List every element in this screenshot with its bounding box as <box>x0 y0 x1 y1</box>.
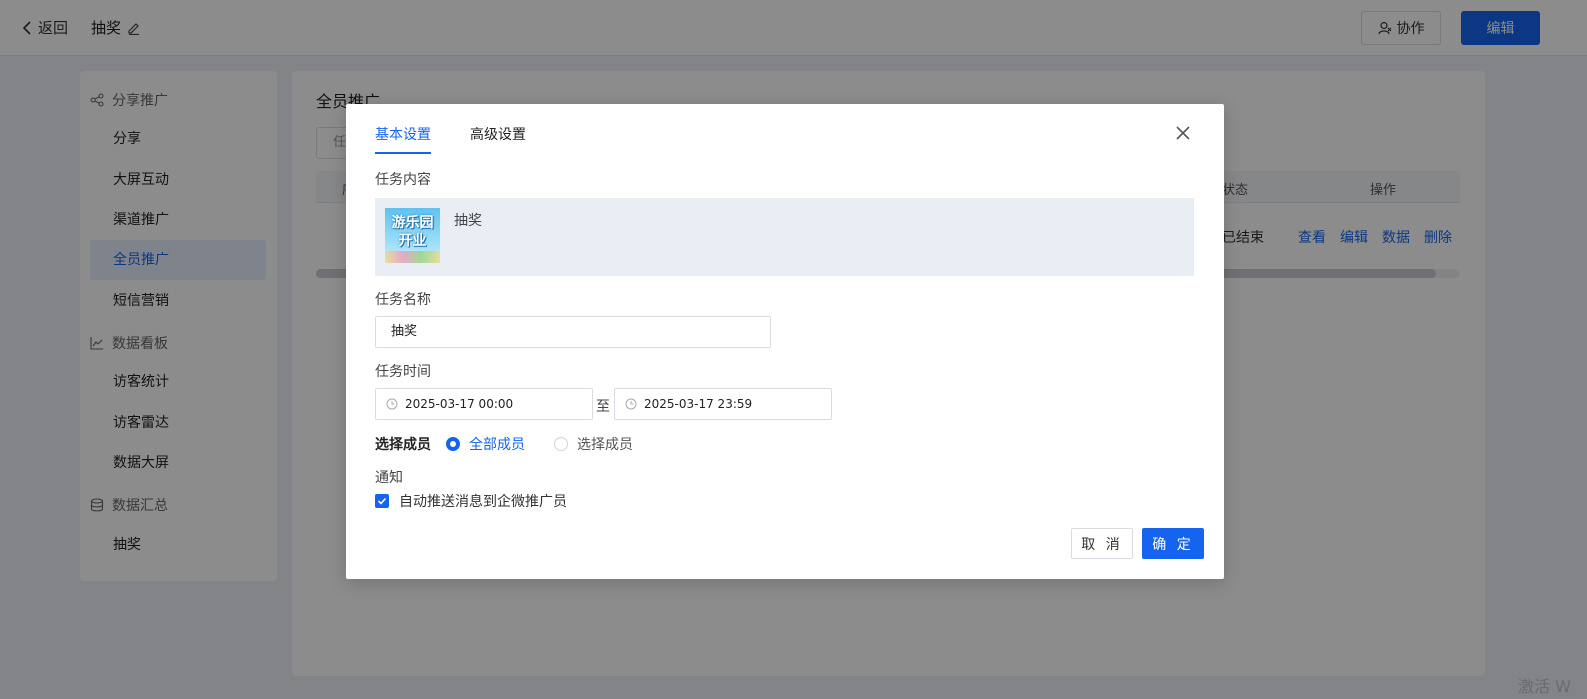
notice-label: 通知 <box>375 470 403 486</box>
confirm-button[interactable]: 确 定 <box>1142 528 1204 559</box>
radio-all-members-label: 全部成员 <box>469 437 525 453</box>
tab-advanced-settings[interactable]: 高级设置 <box>470 124 526 154</box>
task-content-card: 游乐园开业 抽奖 <box>375 198 1194 276</box>
radio-indicator[interactable] <box>554 437 568 451</box>
tab-basic-settings[interactable]: 基本设置 <box>375 124 431 154</box>
checkbox-checked-icon[interactable] <box>375 494 389 508</box>
time-separator: 至 <box>596 399 610 415</box>
radio-select-members-label: 选择成员 <box>577 437 633 453</box>
start-time-input[interactable]: 2025-03-17 00:00 <box>375 388 593 420</box>
end-time-input[interactable]: 2025-03-17 23:59 <box>614 388 832 420</box>
task-settings-dialog: 基本设置 高级设置 任务内容 游乐园开业 抽奖 任务名称 抽奖 任务时间 202… <box>346 104 1224 579</box>
radio-select-members[interactable]: 选择成员 <box>554 434 633 454</box>
content-label: 任务内容 <box>375 172 431 188</box>
cancel-button[interactable]: 取 消 <box>1071 528 1133 559</box>
radio-all-members[interactable]: 全部成员 <box>446 434 525 454</box>
task-time-label: 任务时间 <box>375 364 431 380</box>
content-title: 抽奖 <box>454 213 482 229</box>
task-name-input[interactable]: 抽奖 <box>375 316 771 348</box>
thumbnail-decoration <box>385 251 440 263</box>
start-time-value: 2025-03-17 00:00 <box>405 397 514 411</box>
thumbnail-text: 游乐园开业 <box>391 215 434 249</box>
close-button[interactable] <box>1174 124 1192 142</box>
content-thumbnail: 游乐园开业 <box>385 208 440 263</box>
notice-checkbox[interactable]: 自动推送消息到企微推广员 <box>375 491 567 511</box>
radio-indicator[interactable] <box>446 437 460 451</box>
notice-checkbox-label: 自动推送消息到企微推广员 <box>399 494 567 510</box>
end-time-value: 2025-03-17 23:59 <box>644 397 753 411</box>
clock-icon <box>386 398 398 410</box>
member-label: 选择成员 <box>375 437 431 453</box>
close-icon <box>1176 126 1190 140</box>
task-name-label: 任务名称 <box>375 292 431 308</box>
clock-icon <box>625 398 637 410</box>
